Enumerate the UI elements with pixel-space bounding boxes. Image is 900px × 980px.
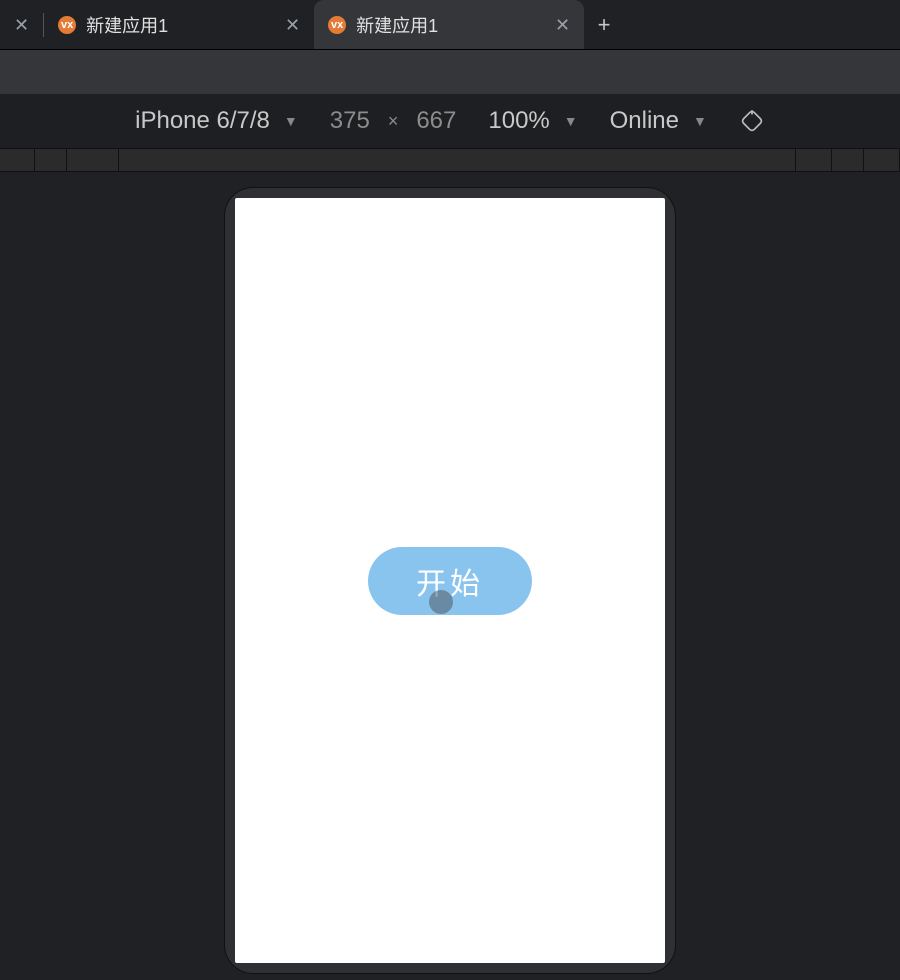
tab-strip: ✕ vx 新建应用1 ✕ vx 新建应用1 ✕ + (0, 0, 900, 50)
ruler-tick (35, 149, 67, 171)
device-stage: 开始 (0, 172, 900, 980)
rotate-icon[interactable] (739, 108, 765, 134)
ruler (0, 148, 900, 172)
chevron-down-icon: ▼ (564, 113, 578, 129)
device-name: iPhone 6/7/8 (135, 107, 270, 135)
ruler-tick (0, 149, 35, 171)
chevron-down-icon: ▼ (284, 113, 298, 129)
ruler-tick (119, 149, 796, 171)
device-dimensions: 375 × 667 (330, 107, 457, 135)
ruler-tick (67, 149, 119, 171)
ruler-tick (864, 149, 900, 171)
device-frame: 开始 (225, 188, 675, 973)
close-icon[interactable]: ✕ (555, 16, 570, 34)
network-value: Online (610, 107, 679, 135)
device-width-input[interactable]: 375 (330, 107, 370, 135)
app-toolbar (0, 50, 900, 94)
new-tab-button[interactable]: + (584, 12, 624, 38)
chevron-down-icon: ▼ (693, 113, 707, 129)
device-toolbar: iPhone 6/7/8 ▼ 375 × 667 100% ▼ Online ▼ (0, 94, 900, 148)
ruler-tick (832, 149, 864, 171)
touch-indicator-icon (429, 590, 453, 614)
close-icon[interactable]: ✕ (285, 16, 300, 34)
device-height-input[interactable]: 667 (416, 107, 456, 135)
network-selector[interactable]: Online ▼ (610, 107, 707, 135)
app-icon: vx (58, 16, 76, 34)
times-icon: × (388, 111, 399, 132)
tab-app1-active[interactable]: vx 新建应用1 ✕ (314, 0, 584, 49)
tab-label: 新建应用1 (356, 12, 545, 38)
device-screen[interactable]: 开始 (235, 198, 665, 963)
tab-app1[interactable]: vx 新建应用1 ✕ (44, 0, 314, 49)
app-icon: vx (328, 16, 346, 34)
zoom-value: 100% (488, 107, 549, 135)
ruler-tick (796, 149, 832, 171)
close-icon[interactable]: ✕ (14, 16, 29, 34)
device-selector[interactable]: iPhone 6/7/8 ▼ (135, 107, 298, 135)
zoom-selector[interactable]: 100% ▼ (488, 107, 577, 135)
tab-start-controls: ✕ (0, 0, 43, 49)
tab-label: 新建应用1 (86, 12, 275, 38)
